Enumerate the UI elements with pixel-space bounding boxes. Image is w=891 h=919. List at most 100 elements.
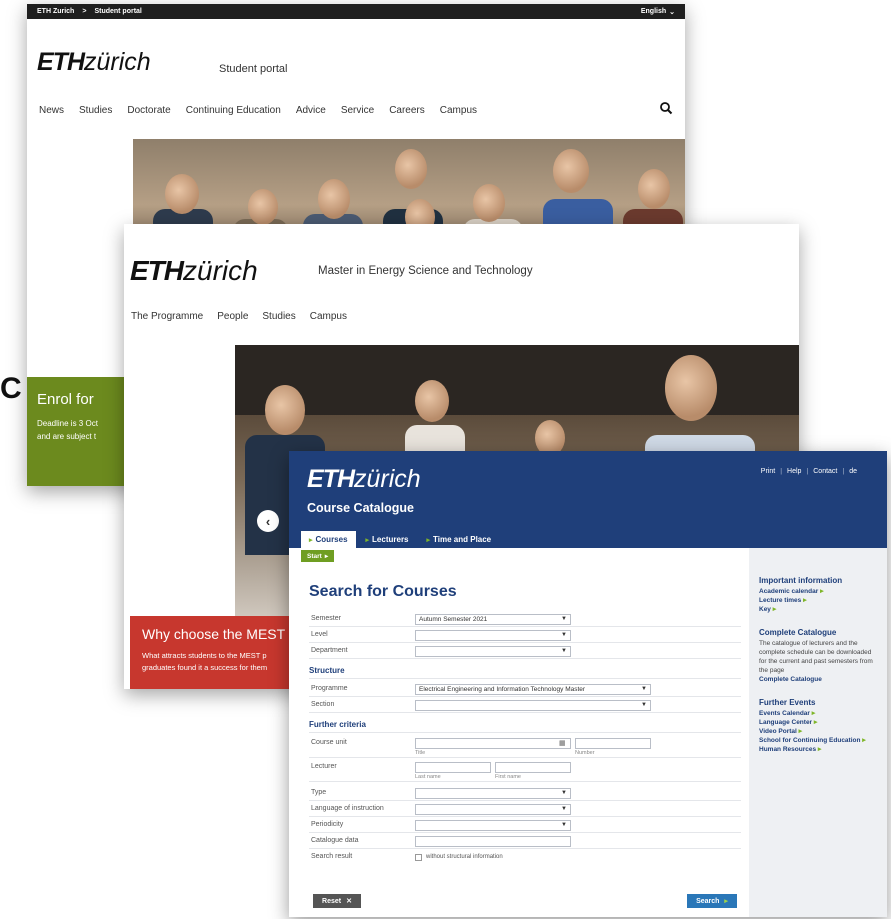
catalogue-data-input[interactable]: [415, 836, 571, 847]
continuing-education-link[interactable]: School for Continuing Education ▸: [759, 736, 869, 745]
lecturer-last-name-input[interactable]: [415, 762, 491, 773]
without-structure-checkbox[interactable]: [415, 854, 422, 861]
programme-select[interactable]: Electrical Engineering and Information T…: [415, 684, 651, 695]
language-center-link[interactable]: Language Center ▸: [759, 718, 887, 727]
breadcrumb-student-portal[interactable]: Student portal: [94, 8, 141, 15]
tab-lecturers[interactable]: ▸ Lecturers: [358, 531, 417, 548]
nav-item-careers[interactable]: Careers: [389, 105, 425, 116]
eth-logo[interactable]: ETH zürich: [37, 48, 151, 77]
semester-select[interactable]: Autumn Semester 2021 ▼: [415, 614, 571, 625]
nav-item-campus[interactable]: Campus: [440, 105, 477, 116]
complete-catalogue-text: The catalogue of lecturers and the compl…: [759, 640, 873, 674]
lecturer-label: Lecturer: [311, 763, 337, 770]
page-title: Search for Courses: [309, 583, 457, 600]
semester-value: Autumn Semester 2021: [419, 616, 488, 623]
section-label: Section: [311, 701, 335, 708]
caret-down-icon: ▼: [561, 806, 567, 812]
caret-down-icon: ▼: [641, 686, 647, 692]
caret-down-icon: ▼: [561, 648, 567, 654]
print-link[interactable]: Print: [761, 468, 775, 475]
nav-item-campus[interactable]: Campus: [310, 311, 347, 322]
site-title: Master in Energy Science and Technology: [318, 265, 533, 277]
main-nav: The Programme People Studies Campus: [131, 311, 347, 322]
separator: |: [842, 468, 845, 475]
logo-zurich: zürich: [183, 255, 258, 286]
nav-item-studies[interactable]: Studies: [79, 105, 112, 116]
nav-item-service[interactable]: Service: [341, 105, 374, 116]
events-calendar-link[interactable]: Events Calendar ▸: [759, 709, 887, 718]
search-button[interactable]: Search ▸: [687, 894, 737, 908]
search-label: Search: [696, 897, 720, 905]
course-number-input[interactable]: [575, 738, 651, 749]
sidebar: Important information Academic calendar …: [749, 548, 887, 917]
start-button[interactable]: Start ▸: [301, 550, 335, 562]
level-row: Level ▼: [309, 628, 741, 643]
language-select[interactable]: ▼: [415, 804, 571, 815]
calendar-icon[interactable]: ▦: [559, 739, 566, 747]
nav-item-studies[interactable]: Studies: [262, 311, 295, 322]
section-select[interactable]: ▼: [415, 700, 651, 711]
periodicity-select[interactable]: ▼: [415, 820, 571, 831]
nav-item-the-programme[interactable]: The Programme: [131, 311, 203, 322]
why-mest-text-2: graduates found it a success for them: [142, 663, 268, 672]
nav-item-continuing-education[interactable]: Continuing Education: [186, 105, 281, 116]
human-resources-link[interactable]: Human Resources ▸: [759, 745, 887, 754]
logo-zurich: zürich: [354, 465, 421, 493]
why-mest-text-1: What attracts students to the MEST p: [142, 651, 267, 660]
catalogue-tabs: ▸ Courses ▸ Lecturers ▸ Time and Place: [301, 531, 499, 548]
separator: |: [780, 468, 783, 475]
lecture-times-link[interactable]: Lecture times ▸: [759, 596, 887, 605]
level-select[interactable]: ▼: [415, 630, 571, 641]
academic-calendar-link[interactable]: Academic calendar ▸: [759, 587, 887, 596]
enrol-banner[interactable]: Enrol for Deadline is 3 Oct and are subj…: [27, 377, 127, 486]
catalogue-data-row: Catalogue data: [309, 834, 741, 849]
type-select[interactable]: ▼: [415, 788, 571, 799]
semester-label: Semester: [311, 615, 341, 622]
language-link-de[interactable]: de: [849, 468, 857, 475]
key-link[interactable]: Key ▸: [759, 605, 887, 614]
video-portal-link[interactable]: Video Portal ▸: [759, 727, 887, 736]
chevron-down-icon: ⌄: [669, 8, 675, 16]
complete-catalogue-link[interactable]: Complete Catalogue: [759, 675, 887, 684]
contact-link[interactable]: Contact: [813, 468, 837, 475]
programme-row: Programme Electrical Engineering and Inf…: [309, 682, 741, 697]
arrow-right-icon: ▸: [324, 553, 329, 560]
arrow-right-icon: ▸: [426, 536, 431, 544]
help-link[interactable]: Help: [787, 468, 801, 475]
logo-eth: ETH: [130, 255, 184, 286]
close-icon: ✕: [346, 898, 352, 905]
utility-links: Print | Help | Contact | de: [761, 468, 857, 475]
tab-time-and-place[interactable]: ▸ Time and Place: [419, 531, 500, 548]
start-label: Start: [307, 552, 322, 560]
carousel-prev-button[interactable]: ‹: [257, 510, 279, 532]
course-unit-row: Course unit ▦ Title Number: [309, 736, 741, 758]
course-title-input[interactable]: [415, 738, 571, 749]
logo-eth: ETH: [37, 48, 85, 76]
reset-button[interactable]: Reset ✕: [313, 894, 361, 908]
important-info-heading: Important information: [759, 576, 843, 585]
further-events-heading: Further Events: [759, 698, 816, 707]
last-name-hint: Last name: [415, 774, 441, 780]
main-nav: News Studies Doctorate Continuing Educat…: [39, 105, 477, 116]
reset-label: Reset: [322, 897, 342, 905]
nav-item-people[interactable]: People: [217, 311, 248, 322]
site-title: Student portal: [219, 63, 288, 75]
eth-logo[interactable]: ETH zürich: [130, 255, 258, 287]
caret-down-icon: ▼: [561, 616, 567, 622]
arrow-right-icon: ▸: [365, 536, 370, 544]
search-icon[interactable]: [659, 101, 673, 115]
nav-item-advice[interactable]: Advice: [296, 105, 326, 116]
nav-item-doctorate[interactable]: Doctorate: [127, 105, 170, 116]
course-number-hint: Number: [575, 750, 595, 756]
department-label: Department: [311, 647, 348, 654]
breadcrumb-eth-zurich[interactable]: ETH Zurich: [37, 8, 74, 15]
nav-item-news[interactable]: News: [39, 105, 64, 116]
eth-logo[interactable]: ETH zürich: [307, 465, 421, 494]
enrol-banner-text-1: Deadline is 3 Oct: [37, 419, 98, 428]
lecturer-first-name-input[interactable]: [495, 762, 571, 773]
tab-courses[interactable]: ▸ Courses: [301, 531, 356, 548]
department-select[interactable]: ▼: [415, 646, 571, 657]
language-selector[interactable]: English ⌄: [641, 8, 675, 16]
why-mest-banner[interactable]: Why choose the MEST What attracts studen…: [130, 616, 300, 689]
caret-down-icon: ▼: [641, 702, 647, 708]
